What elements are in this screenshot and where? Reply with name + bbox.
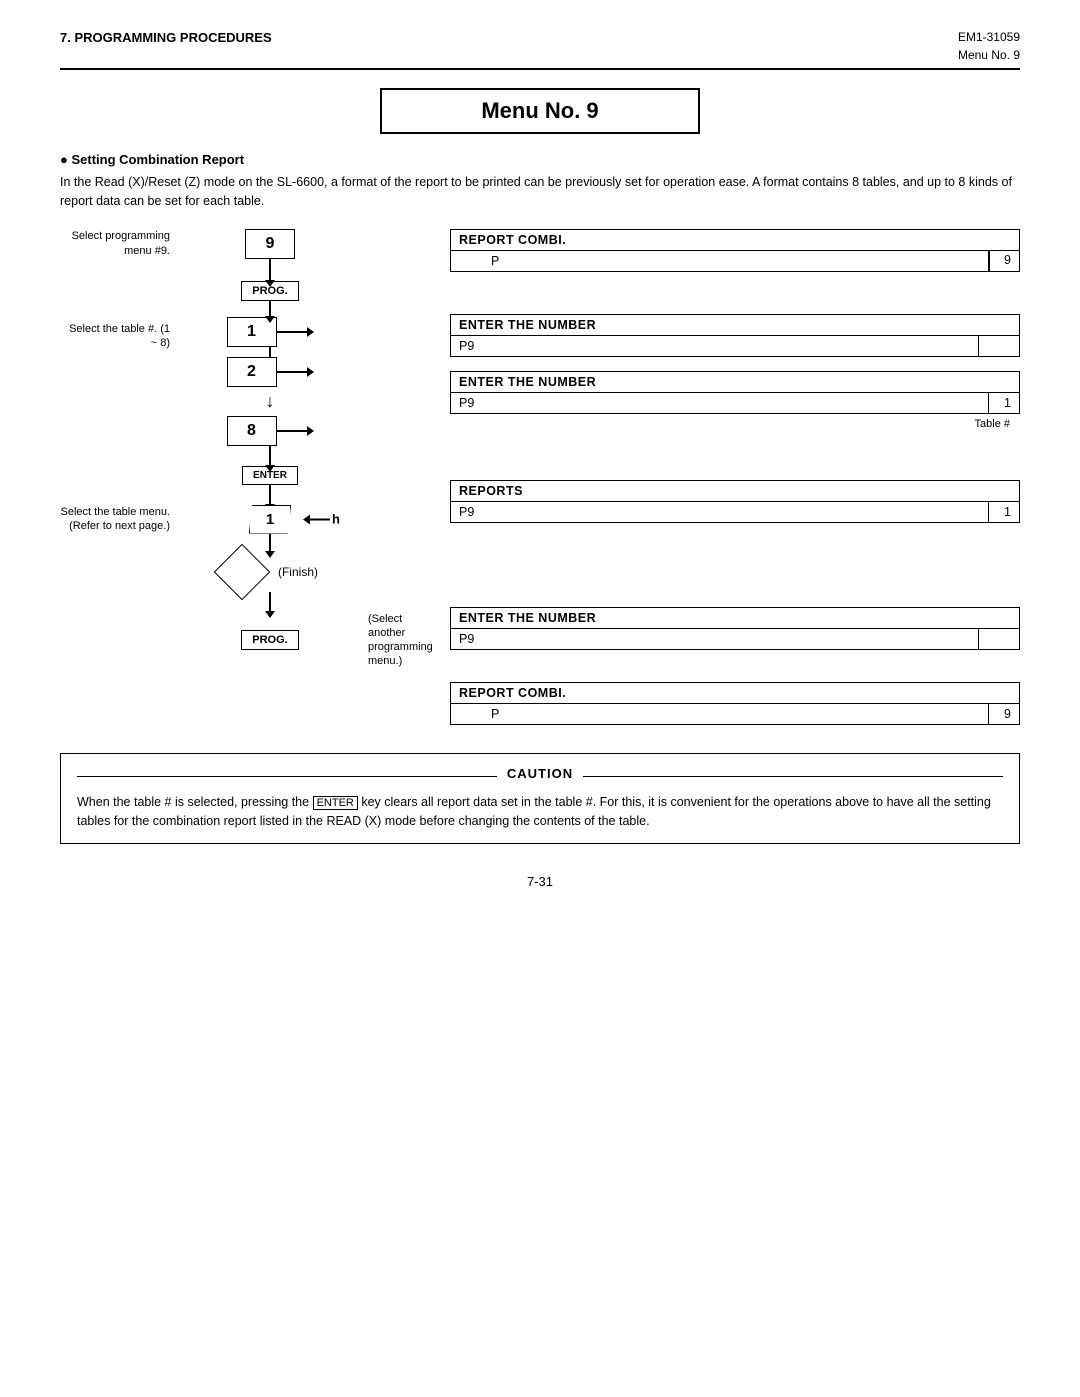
- fc-label-3: Select the table menu. (Refer to next pa…: [60, 505, 180, 534]
- fc-label-2: Select the table #. (1 ~ 8): [60, 317, 180, 351]
- display-3-cell-val: 1: [989, 393, 1019, 413]
- page-number: 7-31: [60, 874, 1020, 889]
- display-1-title: REPORT COMBI.: [451, 230, 1019, 251]
- display-6-cell-val: 9: [989, 704, 1019, 724]
- section-title: 7. PROGRAMMING PROCEDURES: [60, 30, 272, 45]
- content-area: Select programming menu #9. 9 PROG.: [60, 229, 1020, 729]
- display-3-row: P9 1: [451, 393, 1019, 413]
- display-6-title: REPORT COMBI.: [451, 683, 1019, 704]
- display-5-title: ENTER THE NUMBER: [451, 608, 1019, 629]
- fc-num8-box: 8: [227, 416, 277, 446]
- caution-line-right: [583, 776, 1003, 777]
- display-6-row: P 9: [451, 704, 1019, 724]
- intro-text: In the Read (X)/Reset (Z) mode on the SL…: [60, 173, 1020, 211]
- display-2: ENTER THE NUMBER P9: [450, 314, 1020, 357]
- enter-key-badge: ENTER: [313, 796, 358, 810]
- display-4-cell-p9: P9: [451, 502, 989, 522]
- caution-line-left: [77, 776, 497, 777]
- caution-text: When the table # is selected, pressing t…: [77, 793, 1003, 832]
- flowchart-col: Select programming menu #9. 9 PROG.: [60, 229, 440, 669]
- display-1-row: P 9: [451, 251, 1019, 271]
- display-5: ENTER THE NUMBER P9: [450, 607, 1020, 650]
- fc-select-another-label: (Select another programming menu.): [360, 612, 440, 669]
- fc-label-1: Select programming menu #9.: [60, 229, 180, 258]
- display-4: REPORTS P9 1: [450, 480, 1020, 523]
- fc-select1-box: 1: [249, 505, 291, 534]
- display-col: REPORT COMBI. P 9 ENTER THE NUMBER P9: [440, 229, 1020, 729]
- display-5-cell-p9: P9: [451, 629, 979, 649]
- display-6-cell-p: P: [451, 704, 989, 724]
- display-1: REPORT COMBI. P 9: [450, 229, 1020, 272]
- display-4-title: REPORTS: [451, 481, 1019, 502]
- display-6: REPORT COMBI. P 9: [450, 682, 1020, 725]
- fc-h-label: h: [330, 512, 340, 527]
- caution-box: CAUTION When the table # is selected, pr…: [60, 753, 1020, 845]
- fc-ellipsis: ↓: [266, 391, 275, 412]
- page-header: 7. PROGRAMMING PROCEDURES EM1-31059 Menu…: [60, 30, 1020, 62]
- caution-header: CAUTION: [77, 766, 1003, 787]
- display-3-cell-p9: P9: [451, 393, 989, 413]
- display-2-row: P9: [451, 336, 1019, 356]
- display-3-footnote: Table #: [450, 418, 1020, 430]
- display-1-cell-val: 9: [989, 251, 1019, 271]
- caution-title: CAUTION: [507, 766, 573, 781]
- display-3-title: ENTER THE NUMBER: [451, 372, 1019, 393]
- fc-num2-box: 2: [227, 357, 277, 387]
- menu-title-box: Menu No. 9: [380, 88, 700, 134]
- fc-finish-label: (Finish): [278, 565, 318, 579]
- display-2-cell-val: [979, 336, 1019, 356]
- display-5-row: P9: [451, 629, 1019, 649]
- header-divider: [60, 68, 1020, 70]
- display-3: ENTER THE NUMBER P9 1: [450, 371, 1020, 414]
- display-5-cell-val: [979, 629, 1019, 649]
- doc-ref: EM1-31059 Menu No. 9: [958, 30, 1020, 62]
- display-4-row: P9 1: [451, 502, 1019, 522]
- fc-prog2-box: PROG.: [241, 630, 298, 650]
- display-2-title: ENTER THE NUMBER: [451, 315, 1019, 336]
- display-1-cell-p: P: [451, 251, 989, 271]
- fc-num9-box: 9: [245, 229, 295, 259]
- bullet-heading: ● Setting Combination Report: [60, 152, 1020, 167]
- display-4-cell-val: 1: [989, 502, 1019, 522]
- display-2-cell-p9: P9: [451, 336, 979, 356]
